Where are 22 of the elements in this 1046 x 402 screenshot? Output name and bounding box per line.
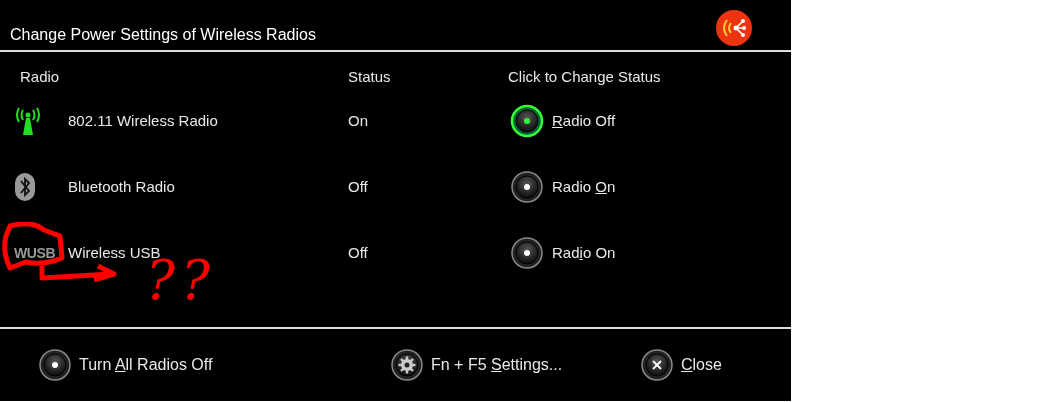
column-header: Status <box>348 67 392 87</box>
wusb-icon: WUSB <box>14 242 56 264</box>
window-title: Change Power Settings of Wireless Radios <box>10 25 316 45</box>
close-icon <box>640 348 674 382</box>
radio-dot-icon <box>38 348 72 382</box>
gear-icon <box>390 348 424 382</box>
radio-status: On <box>348 110 369 131</box>
close-button[interactable]: Close <box>640 348 722 382</box>
turn-all-off-button[interactable]: Turn All Radios Off <box>38 348 390 382</box>
radio-name: 802.11 Wireless Radio <box>68 110 218 131</box>
toggle-radio-button[interactable]: Radio On <box>510 236 616 270</box>
bluetooth-icon <box>14 172 36 202</box>
column-header: Radio <box>20 67 61 87</box>
antenna-icon <box>14 106 42 136</box>
radio-name: Bluetooth Radio <box>68 176 175 197</box>
radio-status: Off <box>348 242 369 263</box>
app-logo-icon <box>715 9 753 47</box>
column-header: Click to Change Status <box>508 67 662 87</box>
toggle-radio-button[interactable]: Radio Off <box>510 104 616 138</box>
radio-status: Off <box>348 176 369 197</box>
settings-button[interactable]: Fn + F5 Settings... <box>390 348 640 382</box>
toggle-radio-button[interactable]: Radio On <box>510 170 616 204</box>
